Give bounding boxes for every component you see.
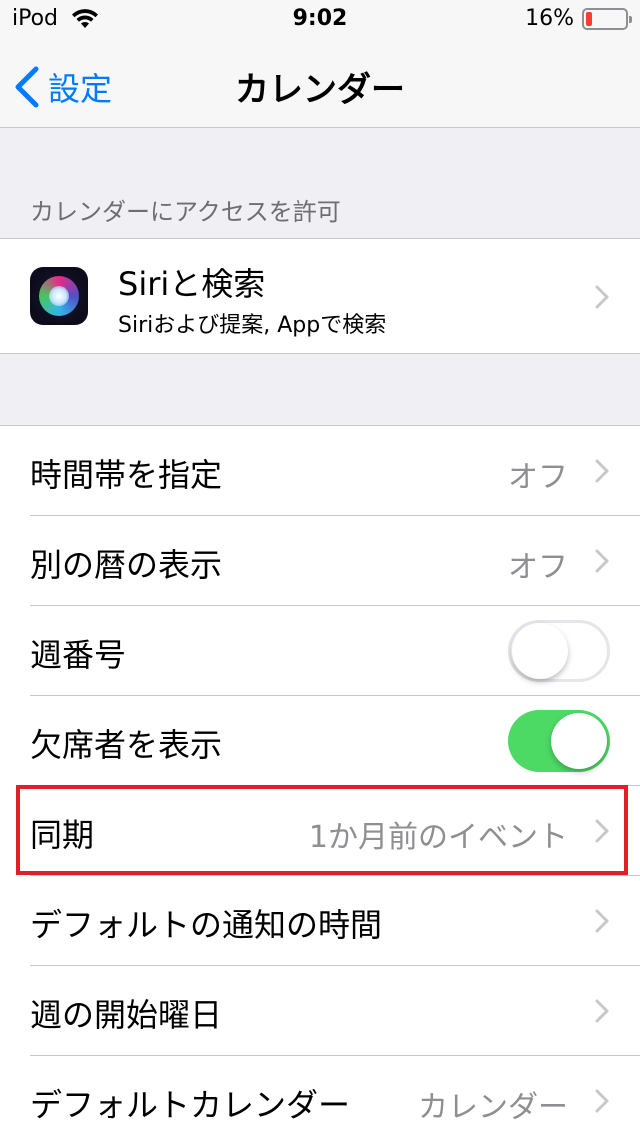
week-numbers-row: 週番号 xyxy=(0,606,640,696)
sync-label: 同期 xyxy=(30,816,95,854)
alt-calendar-value: オフ xyxy=(508,550,568,585)
time-zone-label: 時間帯を指定 xyxy=(30,456,223,494)
battery-level xyxy=(586,11,593,26)
status-bar: iPod 9:02 16% xyxy=(0,0,640,40)
week-numbers-toggle[interactable] xyxy=(508,620,610,682)
time-zone-row[interactable]: 時間帯を指定 オフ xyxy=(0,426,640,516)
page-title: カレンダー xyxy=(235,70,405,110)
default-calendar-value: カレンダー xyxy=(418,1090,568,1125)
week-start-row[interactable]: 週の開始曜日 xyxy=(0,966,640,1056)
section-header-access: カレンダーにアクセスを許可 xyxy=(30,198,341,226)
siri-row-title: Siriと検索 xyxy=(118,265,266,303)
chevron-right-icon xyxy=(594,908,610,934)
chevron-right-icon xyxy=(594,458,610,484)
alt-calendar-row[interactable]: 別の暦の表示 オフ xyxy=(0,516,640,606)
siri-search-row[interactable]: Siriと検索 Siriおよび提案, Appで検索 xyxy=(0,238,640,354)
show-declined-row: 欠席者を表示 xyxy=(0,696,640,786)
chevron-right-icon xyxy=(594,998,610,1024)
siri-row-subtitle: Siriおよび提案, Appで検索 xyxy=(118,313,387,338)
sync-row[interactable]: 同期 1か月前のイベント xyxy=(0,786,640,876)
navigation-bar: 設定 カレンダー xyxy=(0,40,640,128)
chevron-right-icon xyxy=(594,284,610,310)
chevron-right-icon xyxy=(594,818,610,844)
sync-value: 1か月前のイベント xyxy=(308,820,568,855)
chevron-right-icon xyxy=(594,548,610,574)
default-calendar-row[interactable]: デフォルトカレンダー カレンダー xyxy=(0,1056,640,1136)
default-alert-row[interactable]: デフォルトの通知の時間 xyxy=(0,876,640,966)
battery-icon xyxy=(582,7,632,30)
calendar-settings-list: 時間帯を指定 オフ 別の暦の表示 オフ 週番号 欠席者を表示 同期 1か月前のイ… xyxy=(0,425,640,1136)
week-start-label: 週の開始曜日 xyxy=(30,996,223,1034)
chevron-right-icon xyxy=(594,1088,610,1114)
siri-icon xyxy=(30,267,88,325)
default-alert-label: デフォルトの通知の時間 xyxy=(30,906,383,944)
show-declined-toggle[interactable] xyxy=(508,710,610,772)
default-calendar-label: デフォルトカレンダー xyxy=(30,1086,351,1124)
battery-percent: 16% xyxy=(525,6,574,31)
time-zone-value: オフ xyxy=(508,460,568,495)
show-declined-label: 欠席者を表示 xyxy=(30,726,223,764)
week-numbers-label: 週番号 xyxy=(30,636,127,674)
alt-calendar-label: 別の暦の表示 xyxy=(30,546,223,584)
